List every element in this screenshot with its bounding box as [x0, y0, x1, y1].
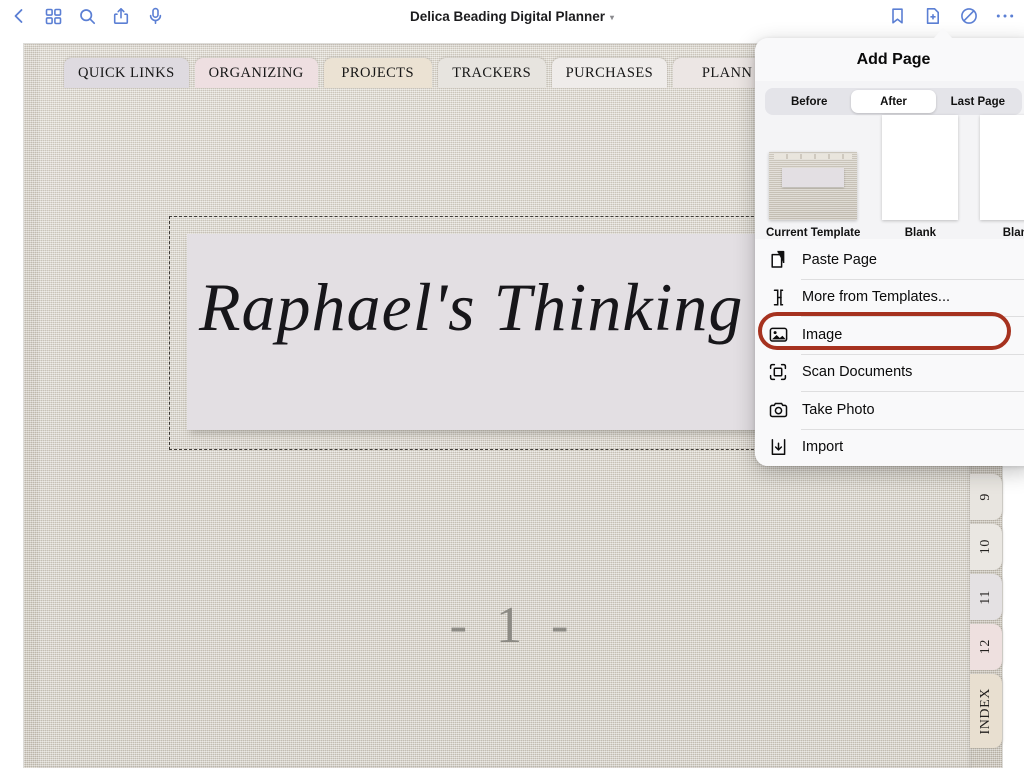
blank-page-thumbnail-image — [882, 115, 959, 220]
popover-title: Add Page — [755, 38, 1024, 81]
planner-side-tab-label: 9 — [978, 493, 993, 501]
planner-side-tab-label: INDEX — [978, 687, 993, 735]
menu-item-label: Paste Page — [802, 251, 877, 268]
add-page-popover: Add Page Before After Last Page Current Te… — [755, 38, 1024, 466]
more-icon[interactable] — [994, 5, 1016, 27]
insert-position-group: Before After Last Page — [755, 81, 1024, 115]
add-page-menu: Paste Page More from Templates... Image Sca… — [755, 239, 1024, 466]
planner-tab-trackers[interactable]: TRACKERS — [437, 58, 546, 88]
thumbnail-mini-title-box — [782, 168, 845, 187]
top-toolbar: Delica Beading Digital Planner ▾ — [0, 0, 1024, 32]
share-icon[interactable] — [110, 5, 132, 27]
menu-item-label: More from Templates... — [802, 289, 951, 306]
insert-position-option-last-page[interactable]: Last Page — [936, 90, 1020, 113]
page-template-blank-1[interactable]: Blank — [882, 115, 959, 239]
blank-page-thumbnail-image — [980, 115, 1024, 220]
microphone-icon[interactable] — [144, 5, 166, 27]
add-page-icon[interactable] — [922, 5, 944, 27]
planner-tab-label: PLANN — [701, 64, 753, 81]
planner-side-tab-9[interactable]: 9 — [970, 474, 1002, 520]
import-icon — [768, 437, 788, 457]
grid-icon[interactable] — [42, 5, 64, 27]
app-root: Delica Beading Digital Planner ▾ QUICK L… — [0, 0, 1024, 768]
insert-position-segmented-control[interactable]: Before After Last Page — [765, 88, 1022, 115]
planner-side-tab-bar: 9 10 11 12 INDEX — [968, 474, 1002, 748]
menu-item-scan-documents[interactable]: Scan Documents — [755, 353, 1024, 391]
image-icon — [768, 325, 788, 345]
planner-tab-label: PROJECTS — [341, 64, 414, 81]
page-template-label: Current Template — [766, 227, 861, 239]
menu-item-label: Import — [802, 439, 844, 456]
planner-side-tab-label: 10 — [978, 539, 993, 555]
menu-item-image[interactable]: Image — [755, 316, 1024, 354]
menu-item-paste-page[interactable]: Paste Page — [755, 241, 1024, 279]
paste-icon — [768, 250, 788, 270]
document-title: Delica Beading Digital Planner — [409, 8, 606, 24]
insert-position-option-label: After — [880, 95, 907, 108]
planner-tab-bar: QUICK LINKS ORGANIZING PROJECTS TRACKERS PUR… — [64, 58, 782, 88]
planner-tab-quick-links[interactable]: QUICK LINKS — [64, 58, 189, 88]
planner-tab-organizing[interactable]: ORGANIZING — [194, 58, 318, 88]
insert-position-option-after[interactable]: After — [851, 90, 936, 113]
page-template-blank-2[interactable]: Blank — [980, 115, 1024, 239]
planner-title-text: Raphael's Thinking Ang — [199, 269, 789, 345]
planner-side-tab-11[interactable]: 11 — [970, 574, 1002, 620]
toolbar-left-group — [8, 0, 166, 32]
menu-item-more-from-templates[interactable]: More from Templates... — [755, 278, 1024, 316]
scan-icon — [768, 362, 788, 382]
planner-side-tab-10[interactable]: 10 — [970, 524, 1002, 570]
current-template-thumbnail-image — [769, 152, 858, 220]
insert-position-option-label: Last Page — [950, 95, 1005, 108]
thumbnail-mini-tabs — [774, 154, 853, 159]
planner-side-tab-12[interactable]: 12 — [970, 624, 1002, 670]
no-edit-icon[interactable] — [958, 5, 980, 27]
menu-item-take-photo[interactable]: Take Photo — [755, 391, 1024, 429]
planner-tab-label: ORGANIZING — [208, 64, 304, 81]
camera-icon — [768, 400, 788, 420]
menu-item-import[interactable]: Import — [755, 428, 1024, 466]
templates-icon — [768, 287, 788, 307]
menu-item-label: Image — [802, 326, 843, 343]
planner-side-tab-index[interactable]: INDEX — [970, 674, 1002, 748]
planner-tab-projects[interactable]: PROJECTS — [323, 58, 432, 88]
planner-tab-label: PURCHASES — [565, 64, 654, 81]
page-template-label: Blank — [904, 227, 937, 239]
planner-side-tab-label: 11 — [978, 589, 993, 605]
planner-tab-purchases[interactable]: PURCHASES — [551, 58, 668, 88]
planner-tab-label: QUICK LINKS — [78, 64, 175, 81]
title-text-box[interactable]: Raphael's Thinking Ang — [187, 234, 789, 430]
planner-side-tab-label: 12 — [978, 639, 993, 655]
chevron-down-icon[interactable]: ▾ — [610, 13, 614, 22]
menu-item-label: Take Photo — [802, 401, 875, 418]
page-template-current-template[interactable]: Current Template — [766, 152, 860, 239]
page-template-label: Blank — [1002, 227, 1024, 239]
planner-tab-label: TRACKERS — [452, 64, 532, 81]
bookmark-icon[interactable] — [886, 5, 908, 27]
page-number: - 1 - — [449, 597, 577, 654]
back-icon[interactable] — [8, 5, 30, 27]
insert-position-option-before[interactable]: Before — [767, 90, 851, 113]
page-template-thumbnails: Current Template Blank Blank — [755, 115, 1024, 239]
menu-item-label: Scan Documents — [802, 364, 913, 381]
insert-position-option-label: Before — [790, 95, 828, 108]
popover-arrow — [933, 28, 953, 39]
search-icon[interactable] — [76, 5, 98, 27]
